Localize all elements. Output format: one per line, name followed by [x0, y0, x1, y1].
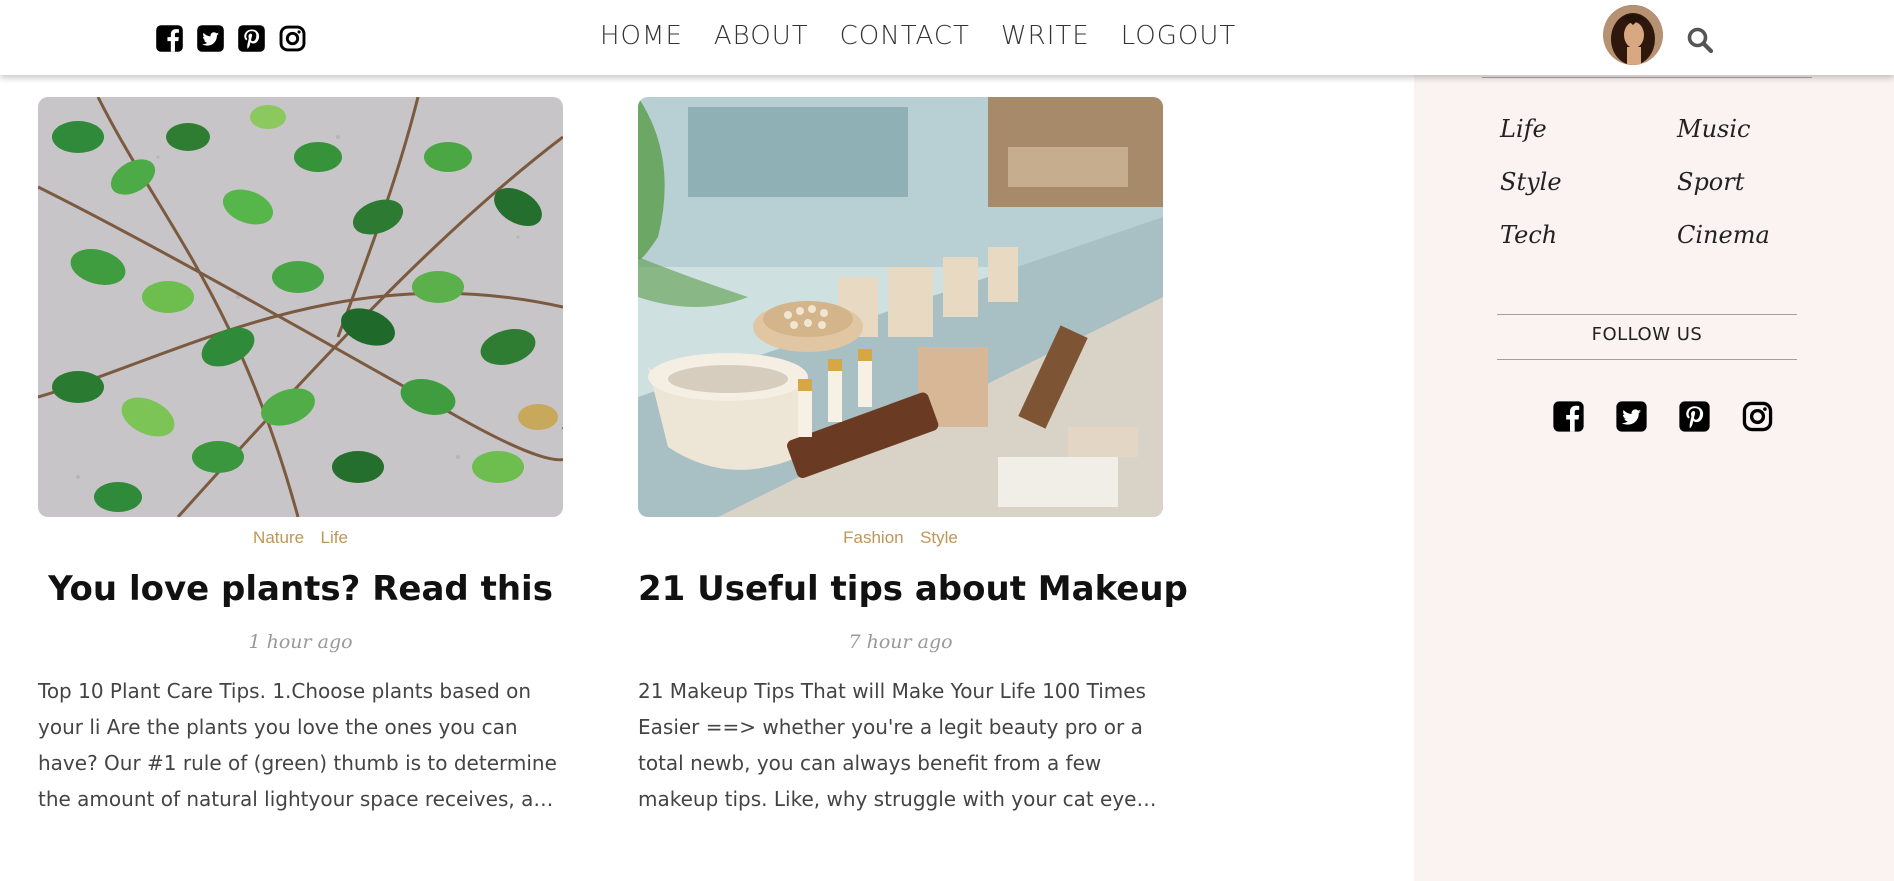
- facebook-square-icon[interactable]: [155, 24, 184, 53]
- instagram-icon[interactable]: [1741, 400, 1774, 433]
- post-categories: Fashion Style: [638, 528, 1163, 548]
- post-category[interactable]: Life: [321, 528, 348, 547]
- post-image-plants[interactable]: [38, 97, 563, 517]
- sidebar-divider: [1482, 77, 1812, 78]
- post-description: 21 Makeup Tips That will Make Your Life …: [638, 679, 1146, 811]
- sidebar-category-cinema[interactable]: Cinema: [1677, 219, 1827, 252]
- post-category[interactable]: Nature: [253, 528, 304, 547]
- post-category[interactable]: Style: [920, 528, 958, 547]
- nav-logout[interactable]: LOGOUT: [1121, 18, 1237, 54]
- sidebar-social-links: [1552, 400, 1774, 433]
- search-icon[interactable]: [1686, 26, 1714, 54]
- avatar[interactable]: [1603, 5, 1663, 65]
- top-social-links: [155, 24, 307, 53]
- sidebar-category-sport[interactable]: Sport: [1677, 166, 1827, 199]
- pinterest-square-icon[interactable]: [1678, 400, 1711, 433]
- sidebar-category-music[interactable]: Music: [1677, 113, 1827, 146]
- post-description: Top 10 Plant Care Tips. 1.Choose plants …: [38, 679, 559, 811]
- pinterest-square-icon[interactable]: [237, 24, 266, 53]
- sidebar-category-tech[interactable]: Tech: [1500, 219, 1677, 252]
- sidebar-category-life[interactable]: Life: [1500, 113, 1677, 146]
- sidebar-category-style[interactable]: Style: [1500, 166, 1677, 199]
- sidebar-categories: Life Music Style Sport Tech Cinema: [1500, 113, 1827, 252]
- nav-write[interactable]: WRITE: [1001, 18, 1090, 54]
- post-date: 7 hour ago: [848, 631, 953, 653]
- top-bar: HOME ABOUT CONTACT WRITE LOGOUT: [0, 0, 1894, 75]
- facebook-square-icon[interactable]: [1552, 400, 1585, 433]
- follow-divider-top: [1497, 314, 1797, 315]
- post-categories: Nature Life: [38, 528, 563, 548]
- follow-us-title: FOLLOW US: [1591, 324, 1703, 345]
- post-card: Fashion Style 21 Useful tips about Makeu…: [638, 97, 1188, 817]
- post-title[interactable]: You love plants? Read this: [38, 565, 563, 613]
- nav-home[interactable]: HOME: [600, 18, 683, 54]
- post-image-makeup[interactable]: [638, 97, 1163, 517]
- nav-about[interactable]: ABOUT: [714, 18, 809, 54]
- instagram-icon[interactable]: [278, 24, 307, 53]
- nav-contact[interactable]: CONTACT: [840, 18, 970, 54]
- twitter-square-icon[interactable]: [1615, 400, 1648, 433]
- post-date: 1 hour ago: [248, 631, 353, 653]
- post-category[interactable]: Fashion: [843, 528, 903, 547]
- twitter-square-icon[interactable]: [196, 24, 225, 53]
- post-card: Nature Life You love plants? Read this 1…: [38, 97, 563, 817]
- main-nav: HOME ABOUT CONTACT WRITE LOGOUT: [600, 18, 1236, 54]
- follow-divider-bottom: [1497, 359, 1797, 360]
- post-title[interactable]: 21 Useful tips about Makeup: [638, 565, 1188, 613]
